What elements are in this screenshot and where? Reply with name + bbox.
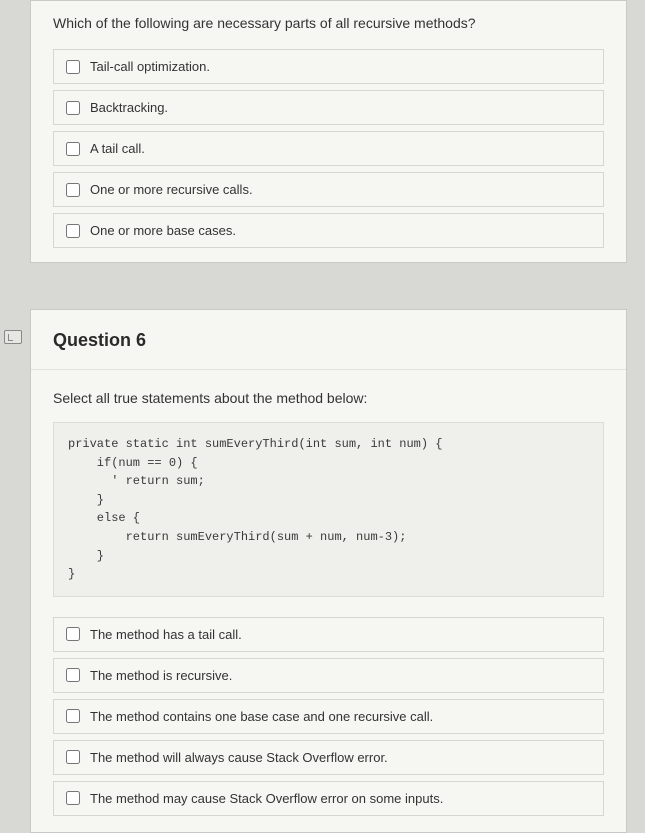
option-checkbox[interactable] — [66, 60, 80, 74]
question-6-title: Question 6 — [53, 330, 604, 351]
option-row[interactable]: Tail-call optimization. — [53, 49, 604, 84]
question-6-prompt: Select all true statements about the met… — [53, 390, 604, 406]
question-6-card: Question 6 Select all true statements ab… — [30, 309, 627, 833]
option-label: One or more recursive calls. — [90, 182, 253, 197]
option-row[interactable]: The method is recursive. — [53, 658, 604, 693]
option-row[interactable]: One or more recursive calls. — [53, 172, 604, 207]
option-row[interactable]: A tail call. — [53, 131, 604, 166]
option-checkbox[interactable] — [66, 791, 80, 805]
option-checkbox[interactable] — [66, 101, 80, 115]
option-row[interactable]: Backtracking. — [53, 90, 604, 125]
option-label: Backtracking. — [90, 100, 168, 115]
option-row[interactable]: The method has a tail call. — [53, 617, 604, 652]
option-checkbox[interactable] — [66, 183, 80, 197]
option-checkbox[interactable] — [66, 709, 80, 723]
question-5-prompt: Which of the following are necessary par… — [53, 15, 604, 31]
option-row[interactable]: The method contains one base case and on… — [53, 699, 604, 734]
option-row[interactable]: The method will always cause Stack Overf… — [53, 740, 604, 775]
option-label: A tail call. — [90, 141, 145, 156]
option-checkbox[interactable] — [66, 142, 80, 156]
option-label: Tail-call optimization. — [90, 59, 210, 74]
option-label: The method may cause Stack Overflow erro… — [90, 791, 443, 806]
option-label: The method is recursive. — [90, 668, 232, 683]
option-checkbox[interactable] — [66, 750, 80, 764]
option-checkbox[interactable] — [66, 627, 80, 641]
question-6-body: Select all true statements about the met… — [31, 370, 626, 832]
code-block: private static int sumEveryThird(int sum… — [53, 422, 604, 597]
option-row[interactable]: The method may cause Stack Overflow erro… — [53, 781, 604, 816]
option-row[interactable]: One or more base cases. — [53, 213, 604, 248]
question-nav-icon[interactable] — [4, 330, 22, 344]
option-label: One or more base cases. — [90, 223, 236, 238]
option-label: The method will always cause Stack Overf… — [90, 750, 388, 765]
question-6-header: Question 6 — [31, 310, 626, 370]
option-checkbox[interactable] — [66, 668, 80, 682]
option-label: The method contains one base case and on… — [90, 709, 433, 724]
option-label: The method has a tail call. — [90, 627, 242, 642]
option-checkbox[interactable] — [66, 224, 80, 238]
question-5-card: Which of the following are necessary par… — [30, 0, 627, 263]
